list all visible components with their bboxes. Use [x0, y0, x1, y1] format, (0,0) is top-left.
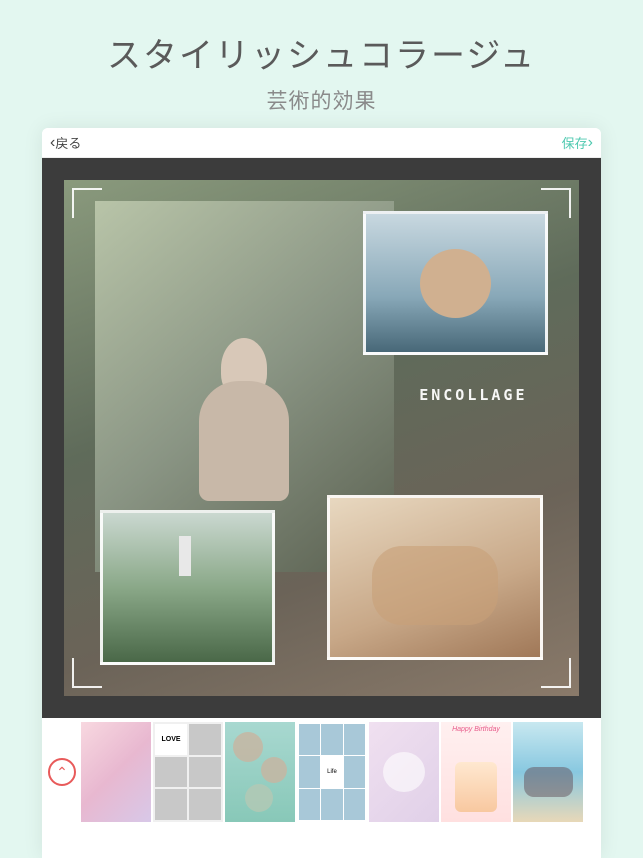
template-thumb-4[interactable]: Life [297, 722, 367, 822]
template-birthday-label: Happy Birthday [441, 726, 511, 733]
frame-corner-icon [541, 658, 571, 688]
watermark-text: ENCOLLAGE [419, 386, 527, 404]
template-bar: ⌃ LOVE Life Happy Birthday [42, 718, 601, 826]
template-thumb-3[interactable] [225, 722, 295, 822]
template-life-label: Life [321, 756, 342, 787]
canvas-area: ENCOLLAGE [42, 158, 601, 718]
photo-slot-3[interactable] [327, 495, 543, 660]
expand-templates-button[interactable]: ⌃ [48, 758, 76, 786]
frame-corner-icon [72, 658, 102, 688]
hero-banner: スタイリッシュコラージュ 芸術的効果 [0, 0, 643, 133]
hero-subtitle: 芸術的効果 [0, 85, 643, 115]
template-thumb-2[interactable]: LOVE [153, 722, 223, 822]
chevron-right-icon: › [588, 135, 593, 151]
template-love-label: LOVE [155, 724, 187, 755]
back-button[interactable]: ‹ 戻る [50, 133, 81, 152]
template-thumb-7[interactable] [513, 722, 583, 822]
chevron-up-icon: ⌃ [56, 764, 68, 781]
photo-slot-2[interactable] [100, 510, 275, 665]
template-thumb-5[interactable] [369, 722, 439, 822]
photo-slot-1[interactable] [363, 211, 548, 355]
app-window: ‹ 戻る 保存 › ENCOLLAGE ⌃ LOVE [42, 128, 601, 858]
top-bar: ‹ 戻る 保存 › [42, 128, 601, 158]
save-label: 保存 [562, 133, 588, 152]
collage-canvas[interactable]: ENCOLLAGE [64, 180, 579, 696]
save-button[interactable]: 保存 › [562, 133, 593, 152]
back-label: 戻る [55, 133, 81, 152]
frame-corner-icon [72, 188, 102, 218]
template-thumb-6[interactable]: Happy Birthday [441, 722, 511, 822]
template-thumb-1[interactable] [81, 722, 151, 822]
hero-title: スタイリッシュコラージュ [0, 28, 643, 77]
